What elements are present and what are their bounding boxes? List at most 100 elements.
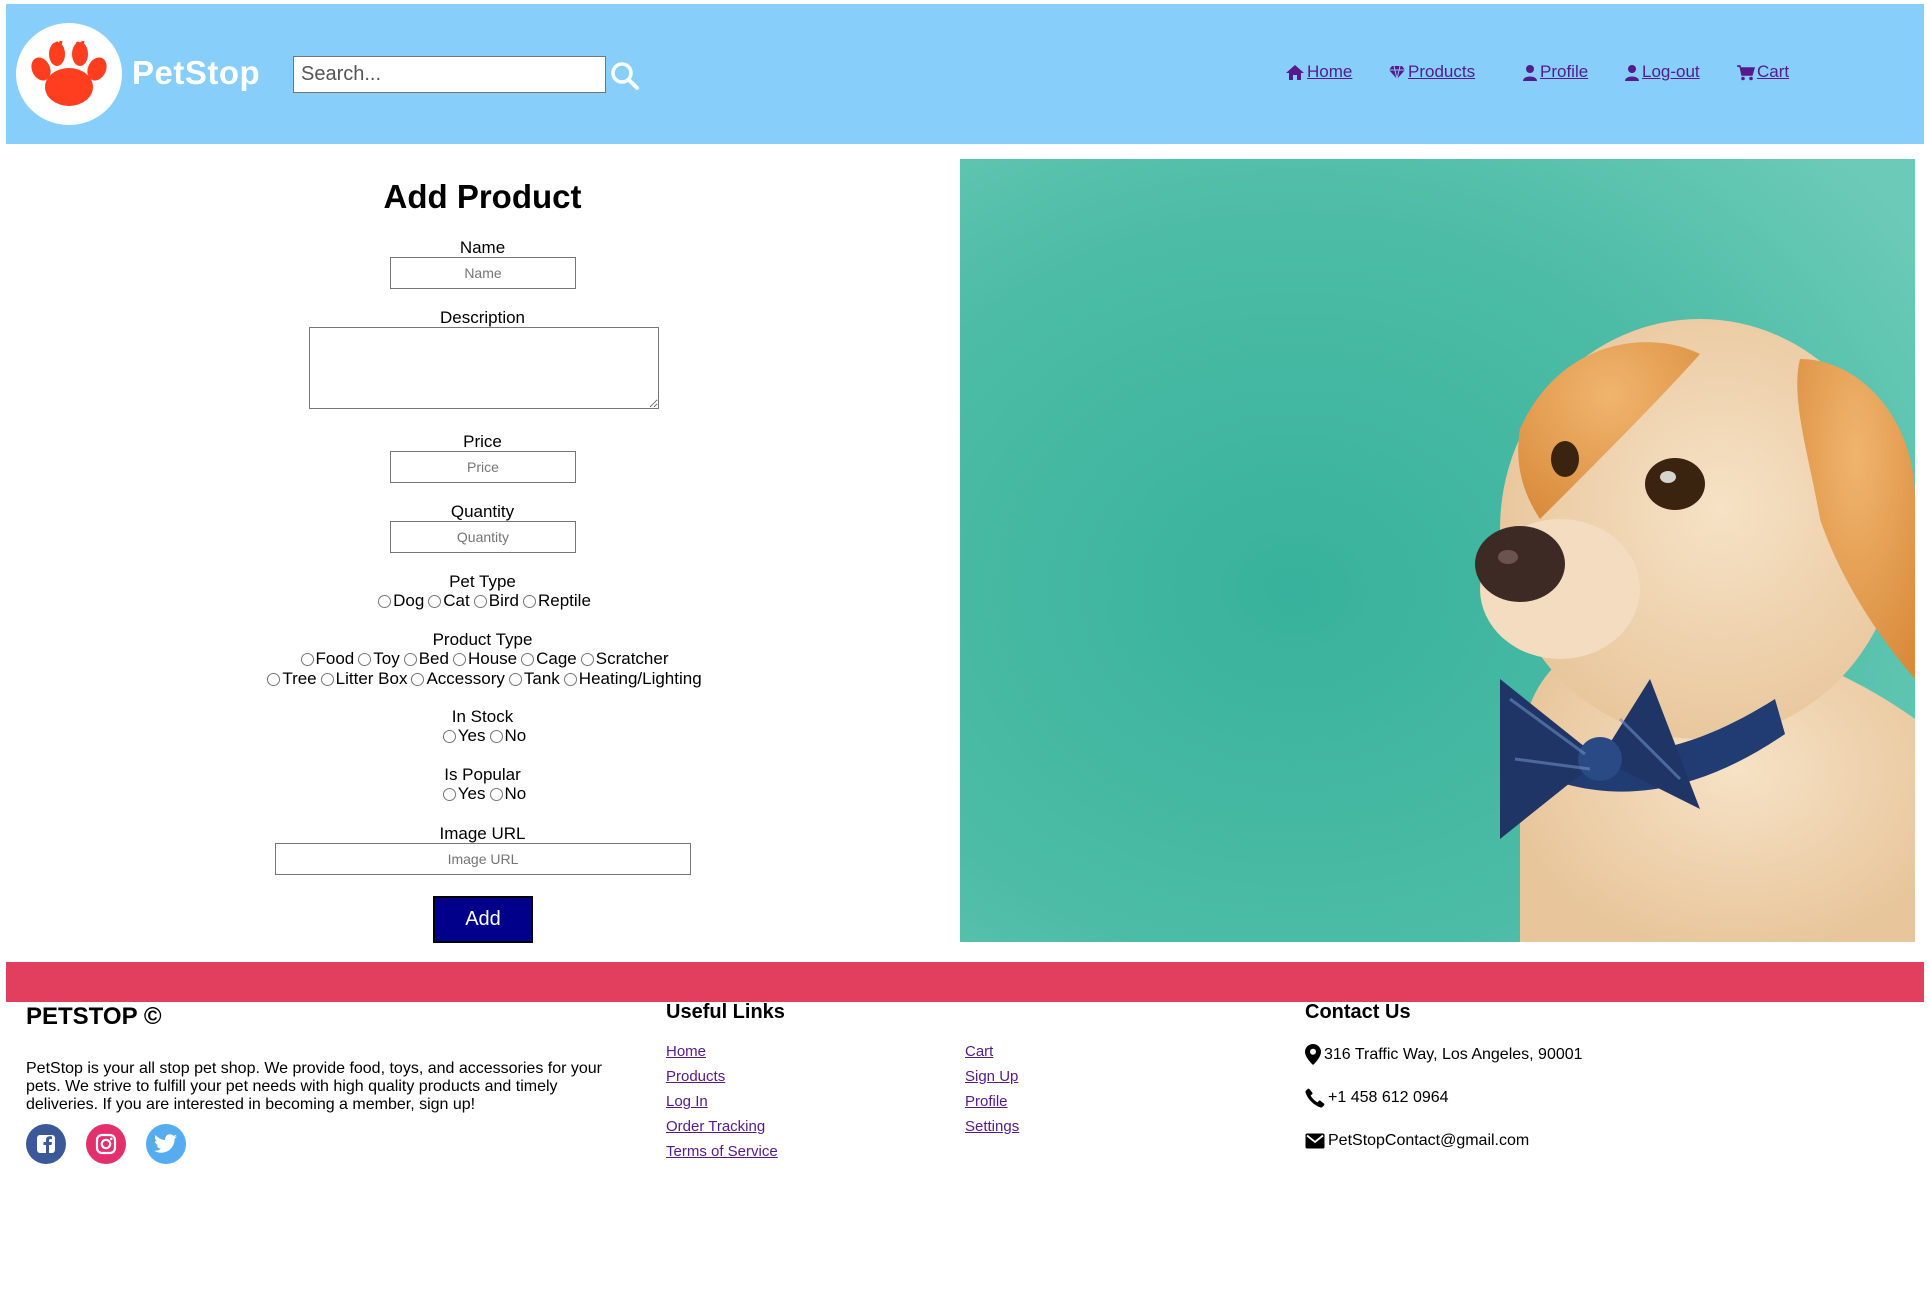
nav-logout[interactable]: Log-out (1624, 62, 1700, 82)
radio-button[interactable] (378, 594, 392, 608)
is-popular-label: Is Popular (444, 765, 521, 784)
footer-link-settings[interactable]: Settings (965, 1118, 1019, 1135)
user-icon (1523, 64, 1537, 81)
instagram-icon (95, 1133, 117, 1155)
radio-button[interactable] (580, 652, 594, 666)
product-type-food[interactable]: Food (297, 649, 355, 669)
user-icon (1625, 64, 1639, 81)
product-type-house[interactable]: House (449, 649, 517, 669)
radio-button[interactable] (267, 672, 281, 686)
radio-button[interactable] (411, 672, 425, 686)
radio-button[interactable] (442, 787, 456, 801)
nav-profile-label: Profile (1540, 62, 1589, 81)
footer-link-profile[interactable]: Profile (965, 1093, 1008, 1110)
price-field[interactable] (390, 451, 576, 483)
footer-link-products[interactable]: Products (666, 1068, 725, 1085)
add-button[interactable]: Add (433, 896, 533, 943)
product-type-group-row2: Tree Litter Box Accessory Tank Heating/L… (0, 669, 965, 689)
radio-button[interactable] (489, 729, 503, 743)
brand-name[interactable]: PetStop (132, 54, 260, 92)
footer-link-terms[interactable]: Terms of Service (666, 1143, 778, 1160)
image-url-field[interactable] (275, 843, 691, 875)
nav-cart[interactable]: Cart (1736, 62, 1789, 82)
pet-type-cat[interactable]: Cat (424, 591, 470, 611)
home-icon (1286, 64, 1304, 80)
nav-home[interactable]: Home (1285, 62, 1352, 82)
radio-button[interactable] (403, 652, 417, 666)
product-type-tree[interactable]: Tree (263, 669, 317, 689)
product-type-group-row1: Food Toy Bed House Cage Scratcher (0, 649, 965, 669)
is-popular-group: Yes No (0, 784, 965, 804)
instagram-button[interactable] (86, 1124, 126, 1164)
contact-email: PetStopContact@gmail.com (1305, 1132, 1529, 1150)
page-title: Add Product (383, 178, 582, 215)
product-type-scratcher[interactable]: Scratcher (577, 649, 669, 669)
radio-button[interactable] (489, 787, 503, 801)
in-stock-no[interactable]: No (486, 726, 526, 746)
radio-label: Yes (457, 726, 486, 745)
product-type-heating-lighting[interactable]: Heating/Lighting (560, 669, 702, 689)
pet-type-reptile[interactable]: Reptile (519, 591, 591, 611)
radio-button[interactable] (428, 594, 442, 608)
cart-icon (1737, 64, 1755, 80)
quantity-field[interactable] (390, 521, 576, 553)
radio-label: Cat (443, 591, 470, 610)
phone-icon (1305, 1088, 1325, 1108)
search-input[interactable] (293, 56, 606, 93)
paw-logo-icon (31, 40, 107, 106)
pet-type-bird[interactable]: Bird (470, 591, 519, 611)
address-text: 316 Traffic Way, Los Angeles, 90001 (1324, 1045, 1583, 1063)
radio-button[interactable] (358, 652, 372, 666)
footer-link-order-tracking[interactable]: Order Tracking (666, 1118, 765, 1135)
radio-label: No (504, 784, 527, 803)
radio-button[interactable] (320, 672, 334, 686)
footer-bar (6, 962, 1924, 1002)
email-icon (1305, 1133, 1325, 1149)
product-type-accessory[interactable]: Accessory (407, 669, 505, 689)
radio-label: Food (315, 649, 355, 668)
radio-button[interactable] (522, 594, 536, 608)
is-popular-no[interactable]: No (486, 784, 527, 804)
radio-button[interactable] (452, 652, 466, 666)
twitter-button[interactable] (146, 1124, 186, 1164)
contact-address: 316 Traffic Way, Los Angeles, 90001 (1305, 1044, 1583, 1065)
in-stock-yes[interactable]: Yes (439, 726, 486, 746)
product-type-tank[interactable]: Tank (505, 669, 560, 689)
facebook-button[interactable] (26, 1124, 66, 1164)
radio-button[interactable] (473, 594, 487, 608)
footer-link-login[interactable]: Log In (666, 1093, 708, 1110)
location-pin-icon (1305, 1044, 1321, 1065)
product-type-litter-box[interactable]: Litter Box (317, 669, 408, 689)
is-popular-yes[interactable]: Yes (439, 784, 486, 804)
radio-button[interactable] (563, 672, 577, 686)
pet-type-dog[interactable]: Dog (374, 591, 424, 611)
radio-button[interactable] (300, 652, 314, 666)
footer-link-home[interactable]: Home (666, 1043, 706, 1060)
product-type-toy[interactable]: Toy (354, 649, 400, 669)
logo[interactable] (16, 23, 122, 125)
radio-button[interactable] (521, 652, 535, 666)
diamond-icon (1389, 65, 1405, 79)
image-url-label: Image URL (439, 824, 526, 843)
nav-products[interactable]: Products (1388, 62, 1475, 82)
pet-type-group: Dog Cat Bird Reptile (0, 591, 965, 611)
radio-label: Litter Box (335, 669, 408, 688)
product-type-cage[interactable]: Cage (517, 649, 577, 669)
product-type-bed[interactable]: Bed (400, 649, 449, 669)
footer-link-cart[interactable]: Cart (965, 1043, 993, 1060)
description-field[interactable] (309, 327, 659, 409)
radio-label: Bed (418, 649, 449, 668)
radio-button[interactable] (442, 729, 456, 743)
puppy-photo (960, 159, 1915, 942)
radio-button[interactable] (508, 672, 522, 686)
footer-description: PetStop is your all stop pet shop. We pr… (26, 1060, 603, 1113)
nav-profile[interactable]: Profile (1522, 62, 1588, 82)
radio-label: Heating/Lighting (578, 669, 702, 688)
name-field[interactable] (390, 257, 576, 289)
nav-products-label: Products (1408, 62, 1476, 81)
nav-home-label: Home (1307, 62, 1353, 81)
radio-label: Scratcher (595, 649, 669, 668)
radio-label: Cage (536, 649, 577, 668)
search-icon[interactable] (610, 61, 640, 91)
footer-link-signup[interactable]: Sign Up (965, 1068, 1018, 1085)
